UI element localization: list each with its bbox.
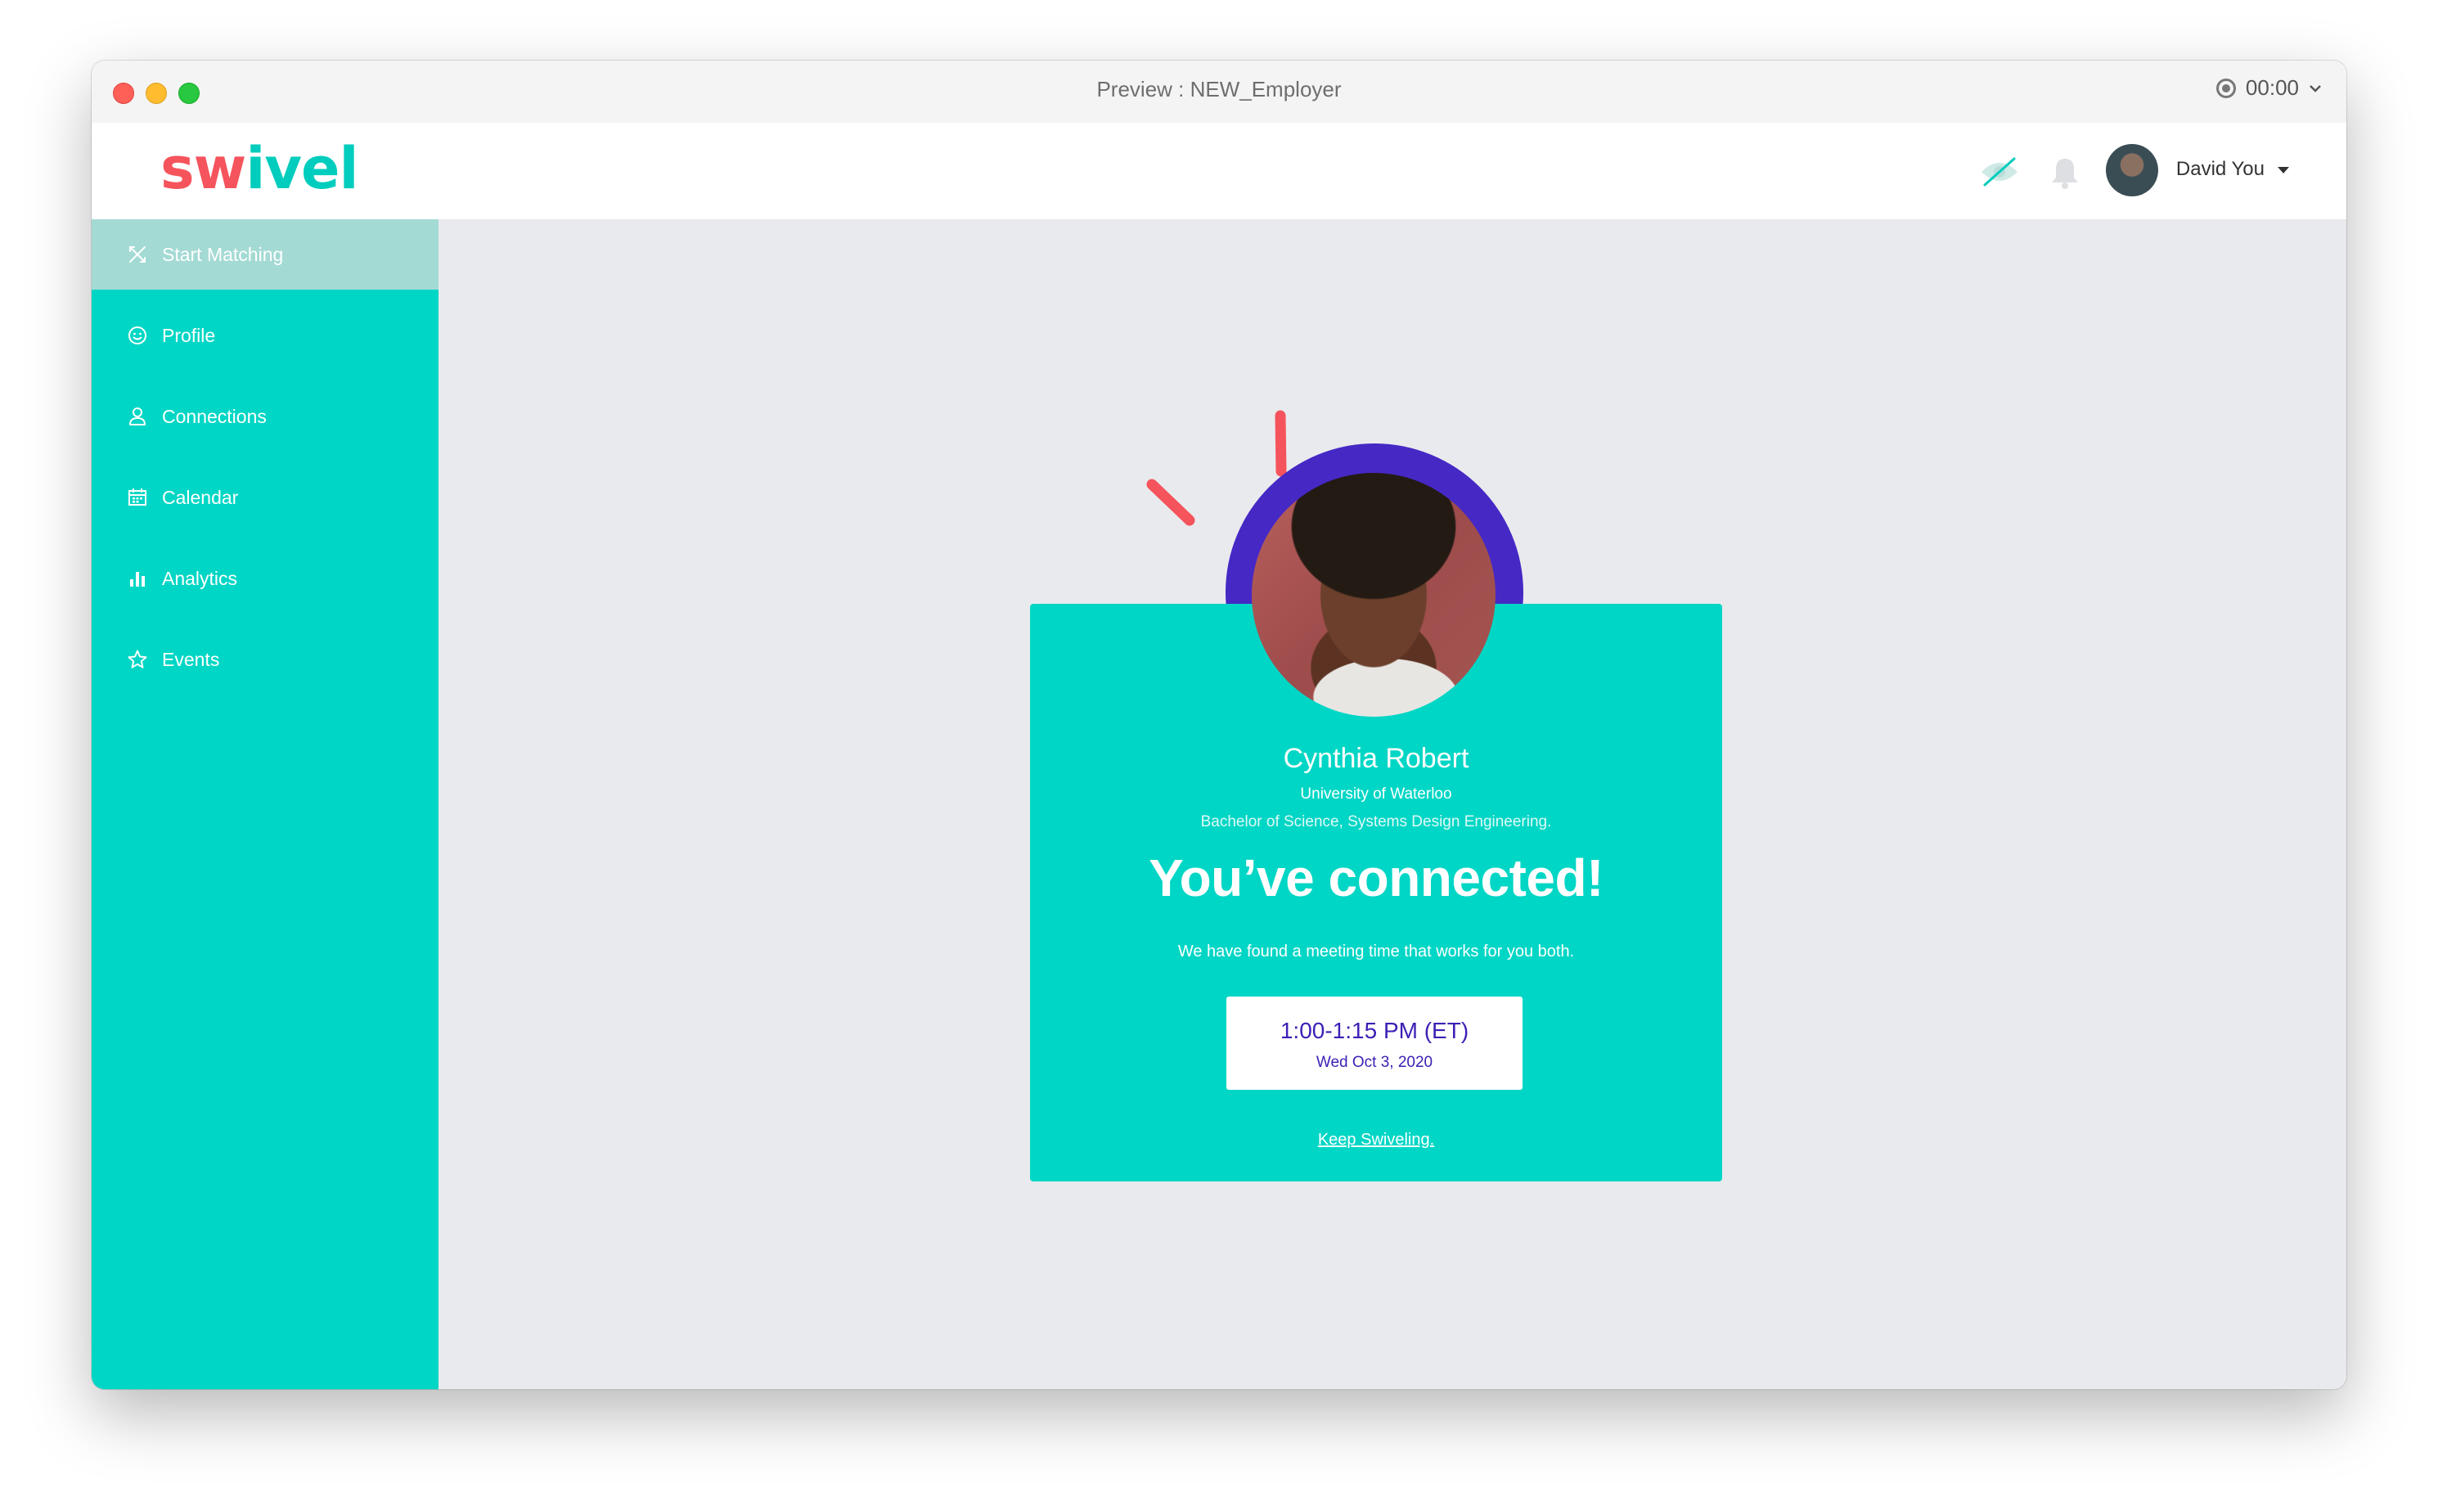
hidden-eye-icon[interactable] xyxy=(1978,154,2021,190)
logo-area: swivel xyxy=(92,123,444,219)
bar-chart-icon xyxy=(126,567,149,590)
avatar[interactable] xyxy=(2106,144,2158,196)
sidebar-item-start-matching[interactable]: Start Matching xyxy=(92,219,439,290)
user-menu-name[interactable]: David You xyxy=(2176,158,2265,181)
sidebar-item-label: Calendar xyxy=(162,486,239,508)
matching-icon xyxy=(126,243,149,266)
sidebar-item-events[interactable]: Events xyxy=(92,624,439,695)
smiley-icon xyxy=(126,324,149,347)
timer-value: 00:00 xyxy=(2245,75,2299,100)
meeting-time: 1:00-1:15 PM (ET) xyxy=(1280,1018,1469,1043)
sidebar-item-calendar[interactable]: Calendar xyxy=(92,462,439,533)
sidebar-item-label: Start Matching xyxy=(162,243,284,265)
swivel-logo[interactable]: swivel xyxy=(160,136,358,201)
sidebar: swivel Start Matching Profile Connection… xyxy=(92,123,444,1389)
sidebar-item-label: Connections xyxy=(162,405,267,427)
sidebar-item-analytics[interactable]: Analytics xyxy=(92,543,439,614)
match-school: University of Waterloo xyxy=(1300,785,1452,803)
meeting-time-box[interactable]: 1:00-1:15 PM (ET) Wed Oct 3, 2020 xyxy=(1226,997,1523,1090)
title-bar: Preview : NEW_Employer 00:00 xyxy=(92,61,2346,124)
top-header: David You xyxy=(443,123,2346,219)
app-window: Preview : NEW_Employer 00:00 swivel Star… xyxy=(92,61,2346,1389)
meeting-message: We have found a meeting time that works … xyxy=(1177,943,1575,961)
sidebar-nav: Start Matching Profile Connections Calen… xyxy=(92,219,439,705)
bell-icon[interactable] xyxy=(2049,155,2081,190)
recording-timer[interactable]: 00:00 xyxy=(2215,75,2322,101)
sidebar-item-profile[interactable]: Profile xyxy=(92,300,439,371)
keep-swiveling-link[interactable]: Keep Swiveling. xyxy=(1030,1131,1722,1150)
chevron-down-icon xyxy=(2310,84,2321,92)
meeting-date: Wed Oct 3, 2020 xyxy=(1316,1054,1433,1071)
match-avatar xyxy=(1252,473,1496,717)
sidebar-item-label: Profile xyxy=(162,324,216,346)
sidebar-item-label: Analytics xyxy=(162,567,238,589)
sidebar-item-label: Events xyxy=(162,648,220,670)
calendar-icon xyxy=(126,486,149,509)
person-icon xyxy=(126,405,149,428)
match-name: Cynthia Robert xyxy=(1283,743,1469,774)
star-icon xyxy=(126,648,149,671)
connected-headline: You’ve connected! xyxy=(1149,848,1604,907)
sidebar-item-connections[interactable]: Connections xyxy=(92,381,439,452)
window-title: Preview : NEW_Employer xyxy=(1096,77,1342,101)
match-degree: Bachelor of Science, Systems Design Engi… xyxy=(1200,813,1552,830)
caret-down-icon[interactable] xyxy=(2278,167,2289,173)
record-icon xyxy=(2215,78,2236,98)
